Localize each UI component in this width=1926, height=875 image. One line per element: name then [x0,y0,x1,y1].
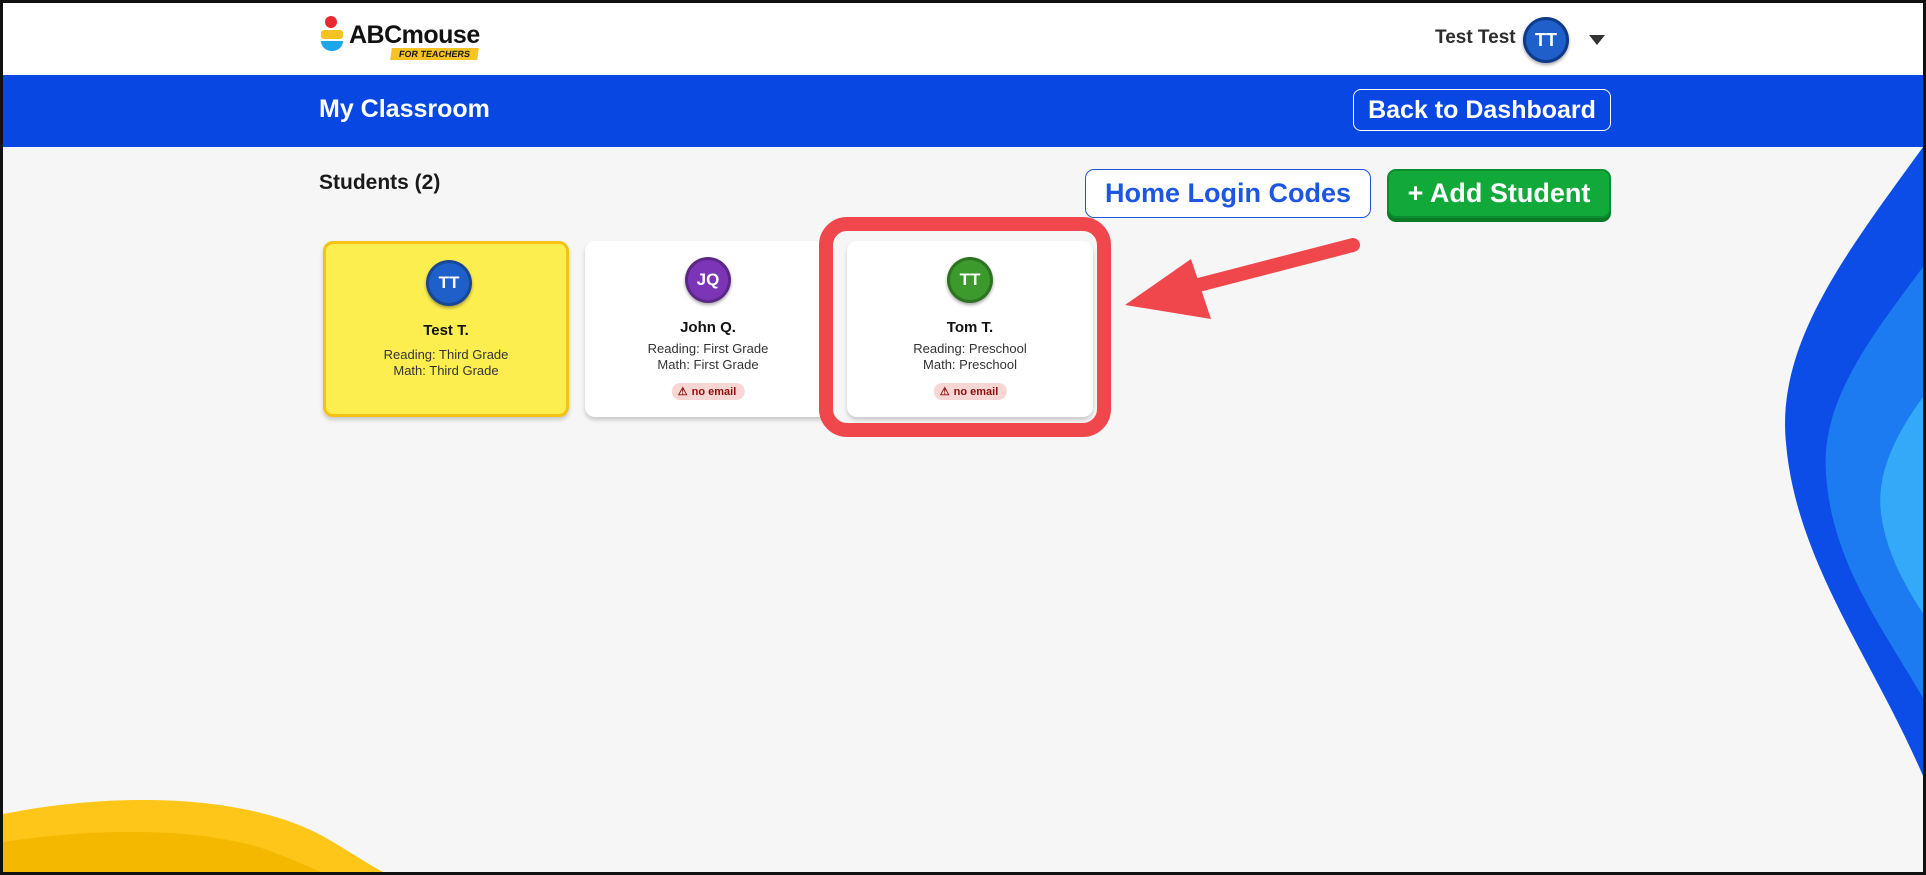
logo-wordmark: ABCmouse [349,21,480,49]
student-card[interactable]: JQ John Q. Reading: First Grade Math: First… [585,241,831,417]
student-avatar: JQ [685,257,731,303]
logo-mark-icon [321,16,343,51]
page-title: My Classroom [319,95,490,123]
back-to-dashboard-button[interactable]: Back to Dashboard [1353,89,1611,131]
student-reading-level: Reading: Third Grade [383,347,509,362]
students-heading: Students (2) [319,171,441,194]
no-email-badge: ⚠ no email [671,383,745,400]
student-avatar: TT [426,260,472,306]
abcmouse-logo[interactable]: ABCmouse FOR TEACHERS [319,13,480,67]
decorative-yellow-wave [3,799,383,872]
page-title-bar: My Classroom Back to Dashboard [3,75,1923,147]
home-login-codes-button[interactable]: Home Login Codes [1085,169,1371,218]
annotation-arrow [1125,238,1360,319]
student-math-level: Math: First Grade [657,357,759,372]
badge-label: no email [691,385,737,398]
logo-subtitle: FOR TEACHERS [390,48,479,60]
top-header: ABCmouse FOR TEACHERS Test Test TT [3,3,1923,75]
decorative-blue-wave [1785,147,1923,777]
annotation-highlight-box [819,217,1111,437]
student-name: John Q. [680,319,736,336]
add-student-button[interactable]: + Add Student [1387,169,1611,218]
student-math-level: Math: Third Grade [393,363,499,378]
student-card[interactable]: TT Test T. Reading: Third Grade Math: Third… [323,241,569,417]
user-name[interactable]: Test Test [1435,27,1516,49]
user-avatar[interactable]: TT [1523,17,1569,63]
caret-down-icon[interactable] [1589,35,1605,45]
app-window: ABCmouse FOR TEACHERS Test Test TT My Cl… [0,0,1926,875]
student-name: Test T. [423,322,469,339]
student-reading-level: Reading: First Grade [647,341,769,356]
warning-icon: ⚠ [677,386,688,398]
